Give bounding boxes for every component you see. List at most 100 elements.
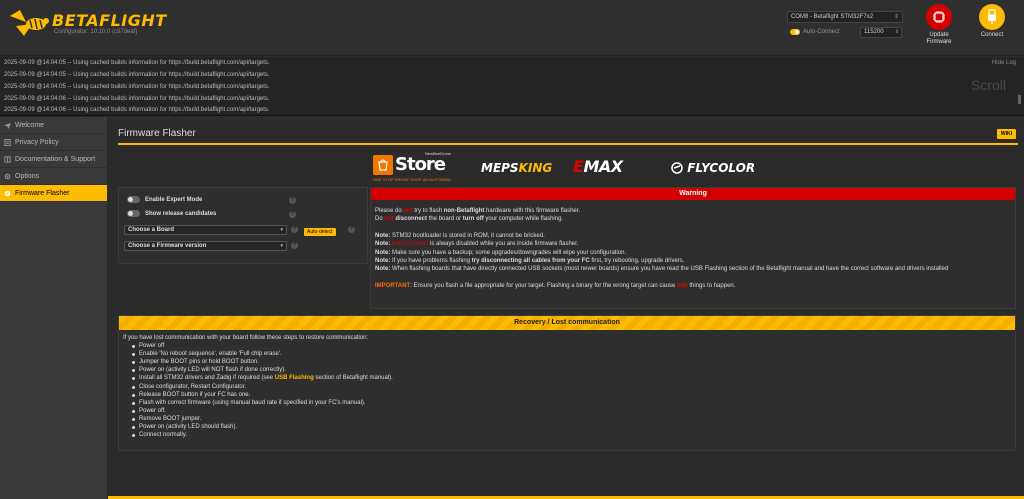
list-item: Close configurator, Restart Configurator… [132,383,1011,391]
warning-panel: Warning Please do not try to flash non-B… [370,187,1016,309]
log-line: 2025-09-09 @14:04:05 -- Using cached bui… [4,84,270,90]
text: Please do [375,208,404,214]
sidebar-item-label: Privacy Policy [15,138,59,146]
sidebar-item-options[interactable]: Options [0,168,107,185]
log-line: 2025-09-09 @14:04:06 -- Using cached bui… [4,96,270,102]
list-item: Flash with correct firmware (using manua… [132,399,1011,407]
note-label: Note: [375,241,391,248]
hide-log-link[interactable]: Hide Log [992,60,1016,66]
auto-detect-button[interactable]: Auto-detect [304,228,336,236]
recovery-body: If you have lost communication with your… [119,330,1015,443]
expert-mode-label: Enable Expert Mode [145,196,203,203]
board-select-value: Choose a Board [128,227,175,233]
version-label: Configurator: 10.10.0 (c97deaf) [54,29,138,35]
update-firmware-label: Update Firmware [926,32,952,45]
sponsor-banner[interactable]: Store NewBeeDrone ONE STOP DRONE SHOP @C… [373,150,773,186]
text: try to flash [412,208,444,214]
log-panel: 2025-09-09 @14:04:05 -- Using cached bui… [0,57,1024,116]
sidebar-item-privacy-policy[interactable]: Privacy Policy [0,134,107,151]
main-content: Firmware Flasher WIKI Store NewBeeDrone … [108,117,1024,499]
flasher-options-panel: Enable Expert Mode ? Show release candid… [118,187,368,264]
sidebar-item-documentation[interactable]: Documentation & Support [0,151,107,168]
note-label: Note: [375,266,391,273]
emphasis-text: turn off [462,216,484,223]
warning-line: Please do not try to flash non-Betafligh… [375,207,1011,215]
list-item: Power off [132,342,1011,350]
help-icon[interactable]: ? [291,226,298,233]
sidebar-item-label: Documentation & Support [15,155,96,163]
text: section of Betaflight manual). [313,375,393,382]
chip-icon [926,4,952,30]
port-select[interactable]: COM8 - Betaflight STM32F7x2 ⇕ [787,11,903,23]
title-divider [118,143,1018,145]
list-item: Enable 'No reboot sequence', enable 'Ful… [132,350,1011,358]
list-item: Power on (activity LED will NOT flash if… [132,366,1011,374]
store-wordmark: Store [395,154,446,175]
store-top-text: NewBeeDrone [425,151,452,156]
text: your computer while flashing. [483,216,564,223]
help-icon[interactable]: ? [291,242,298,249]
log-scrollbar[interactable] [1018,95,1021,104]
release-candidates-toggle[interactable]: Show release candidates [127,210,216,217]
recovery-steps: Power off Enable 'No reboot sequence', e… [123,342,1011,439]
sidebar-item-label: Firmware Flasher [15,189,70,197]
usb-flashing-link[interactable]: USB Flashing [275,375,314,381]
firmware-version-select[interactable]: Choose a Firmware version ▾ [124,241,287,251]
emphasis-text: not [403,208,413,214]
emphasis-text: not [384,216,394,223]
recovery-panel: Recovery / Lost communication If you hav… [118,315,1016,451]
app-window: BETAFLIGHT Configurator: 10.10.0 (c97dea… [0,0,1024,499]
chevron-down-icon: ▾ [280,227,283,233]
help-icon[interactable]: ? [289,197,296,204]
text: Install all STM32 drivers and Zadig if r… [139,375,275,382]
baud-select[interactable]: 115200 ⇕ [860,27,902,38]
newbeedrone-store-logo[interactable]: Store NewBeeDrone ONE STOP DRONE SHOP @C… [373,151,451,182]
baud-select-value: 115200 [864,29,884,35]
store-bag-icon [373,154,393,175]
wiki-button[interactable]: WIKI [996,129,1016,139]
sidebar: Welcome Privacy Policy Documentation & S… [0,117,107,499]
warning-line: Do not disconnect the board or turn off … [375,215,1011,223]
warning-header: Warning [371,188,1015,200]
help-icon[interactable]: ? [289,211,296,218]
list-item: Install all STM32 drivers and Zadig if r… [132,374,1011,382]
chevron-down-icon: ▾ [280,243,283,249]
list-item: Release BOOT button if your FC has one. [132,391,1011,399]
update-firmware-button[interactable]: Update Firmware [919,4,959,46]
sidebar-item-welcome[interactable]: Welcome [0,117,107,134]
log-line: 2025-09-09 @14:04:06 -- Using cached bui… [4,107,270,113]
flycolor-logo[interactable]: FLYCOLOR [671,161,755,175]
important-label: IMPORTANT [375,282,411,289]
list-item: Jumper the BOOT pins or hold BOOT button… [132,358,1011,366]
connect-button[interactable]: Connect [972,4,1012,39]
book-icon [4,155,11,163]
emax-e-part: E [573,157,584,176]
text: first, try rebooting, upgrade drivers. [589,258,685,265]
bee-logo-icon [10,10,49,36]
store-tagline: ONE STOP DRONE SHOP @CALIFORNIA [373,177,451,182]
flycolor-swirl-icon [671,162,683,174]
text: is always disabled while you are inside … [428,241,579,248]
auto-connect-toggle[interactable]: Auto-Connect [790,29,840,35]
note-label: Note: [375,258,391,265]
text: STM32 bootloader is stored in ROM, it ca… [390,232,545,239]
meps-part: MEPS [481,161,519,175]
text: hardware with this firmware flasher. [484,208,581,214]
emphasis-text: disconnect [395,216,428,223]
board-select[interactable]: Choose a Board ▾ [124,225,287,235]
text: : Ensure you flash a file appropriate fo… [410,282,678,289]
recovery-header: Recovery / Lost communication [119,316,1015,330]
mepsking-logo[interactable]: MEPSKING [481,161,552,175]
emax-logo[interactable]: EMAX [573,157,623,176]
sidebar-item-firmware-flasher[interactable]: Firmware Flasher [0,185,107,202]
help-icon[interactable]: ? [348,226,355,233]
important-line: IMPORTANT: Ensure you flash a file appro… [375,282,1011,290]
warning-body: Please do not try to flash non-Betafligh… [371,200,1015,290]
list-item: Power on (activity LED should flash). [132,423,1011,431]
note-line: Note: Auto-Connect is always disabled wh… [375,240,1011,248]
list-item: Connect normally. [132,431,1011,439]
expert-mode-toggle[interactable]: Enable Expert Mode [127,196,202,203]
release-candidates-label: Show release candidates [145,210,217,217]
header-bar: BETAFLIGHT Configurator: 10.10.0 (c97dea… [0,0,1024,56]
chevron-updown-icon: ⇕ [894,29,899,35]
